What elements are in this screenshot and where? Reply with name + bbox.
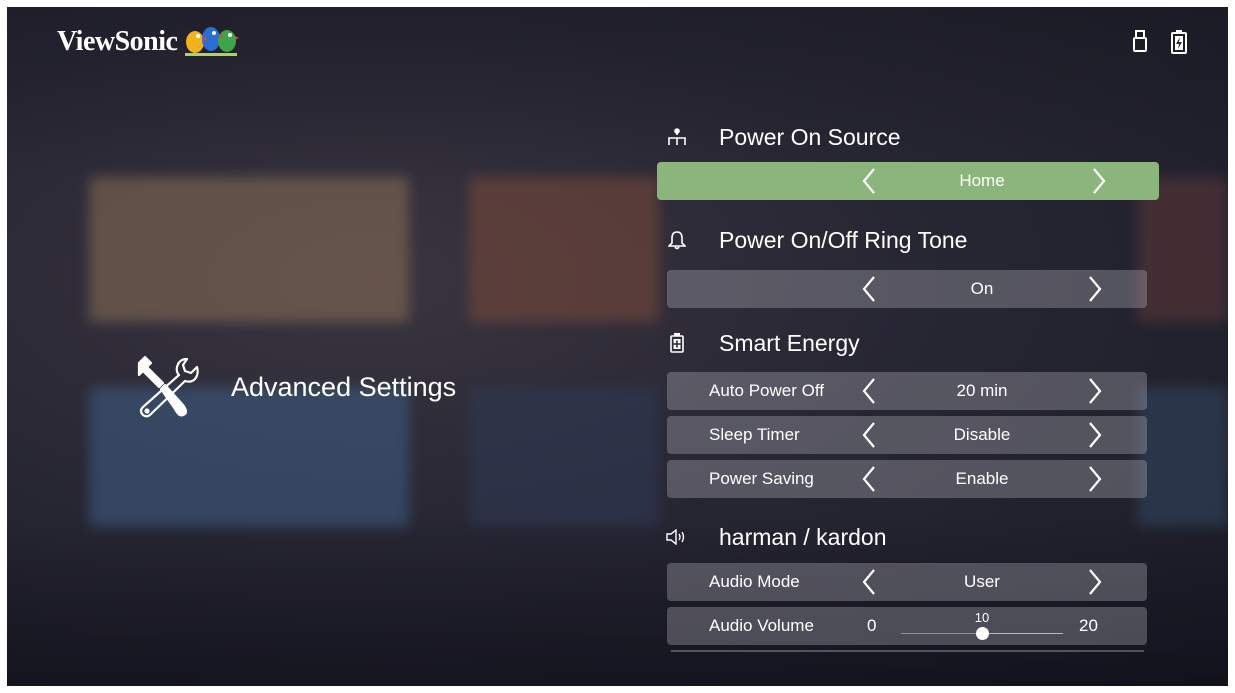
projector-screen: ViewSonic Advanced Settings Power On Sou… — [7, 7, 1228, 686]
auto-power-off-label: Auto Power Off — [709, 381, 824, 400]
chevron-left-icon[interactable] — [861, 167, 877, 195]
settings-category: Advanced Settings — [135, 355, 456, 419]
usb-drive-icon — [1133, 30, 1147, 52]
tools-icon — [137, 355, 199, 418]
chevron-left-icon[interactable] — [861, 421, 877, 449]
power-on-source-title: Power On Source — [719, 123, 901, 150]
sleep-timer-value: Disable — [953, 425, 1011, 444]
status-bar — [1132, 29, 1188, 55]
sleep-timer-label: Sleep Timer — [709, 425, 800, 444]
audio-mode-value: User — [964, 572, 1000, 591]
audio-volume-label: Audio Volume — [709, 616, 814, 635]
divider — [671, 650, 1144, 652]
audio-mode-row[interactable]: Audio Mode User — [667, 563, 1147, 601]
battery-charging-icon — [1171, 30, 1187, 54]
network-source-icon — [657, 128, 697, 146]
power-saving-value: Enable — [955, 469, 1009, 488]
chevron-left-icon[interactable] — [861, 377, 877, 405]
chevron-right-icon[interactable] — [1087, 465, 1103, 493]
chevron-right-icon[interactable] — [1087, 275, 1103, 303]
chevron-right-icon[interactable] — [1087, 421, 1103, 449]
smart-energy-title: Smart Energy — [719, 329, 860, 356]
battery-icon — [657, 333, 697, 353]
power-saving-row[interactable]: Power Saving Enable — [667, 460, 1147, 498]
volume-current-value: 10 — [974, 610, 990, 625]
brand-name: ViewSonic — [57, 26, 178, 57]
volume-slider-fill — [901, 633, 982, 634]
audio-mode-label: Audio Mode — [709, 572, 800, 591]
chevron-left-icon[interactable] — [861, 275, 877, 303]
volume-min: 0 — [867, 616, 877, 635]
bell-icon — [657, 230, 697, 250]
chevron-left-icon[interactable] — [861, 465, 877, 493]
chevron-right-icon[interactable] — [1087, 568, 1103, 596]
volume-max: 20 — [1079, 616, 1098, 635]
harman-kardon-title: harman / kardon — [719, 523, 887, 550]
power-saving-label: Power Saving — [709, 469, 814, 488]
ring-tone-header: Power On/Off Ring Tone — [655, 222, 967, 258]
volume-slider-track[interactable] — [901, 627, 1063, 640]
volume-slider-knob[interactable] — [976, 627, 989, 640]
brand-logo: ViewSonic — [57, 25, 240, 59]
smart-energy-header: Smart Energy — [655, 325, 860, 361]
power-on-source-header: Power On Source — [655, 119, 901, 155]
power-on-source-selector[interactable]: Home — [657, 162, 1159, 200]
chevron-right-icon[interactable] — [1091, 167, 1107, 195]
ring-tone-title: Power On/Off Ring Tone — [719, 226, 968, 253]
ring-tone-selector[interactable]: On — [667, 270, 1147, 308]
ring-tone-value: On — [970, 279, 994, 298]
harman-kardon-header: harman / kardon — [655, 519, 886, 555]
speaker-icon — [657, 529, 697, 545]
power-on-source-value: Home — [959, 171, 1005, 190]
chevron-left-icon[interactable] — [861, 568, 877, 596]
auto-power-off-row[interactable]: Auto Power Off 20 min — [667, 372, 1147, 410]
audio-volume-row[interactable]: Audio Volume 0 10 20 — [667, 607, 1147, 645]
auto-power-off-value: 20 min — [956, 381, 1008, 400]
category-title: Advanced Settings — [231, 371, 457, 402]
sleep-timer-row[interactable]: Sleep Timer Disable — [667, 416, 1147, 454]
birds-logo-icon — [185, 27, 240, 56]
chevron-right-icon[interactable] — [1087, 377, 1103, 405]
